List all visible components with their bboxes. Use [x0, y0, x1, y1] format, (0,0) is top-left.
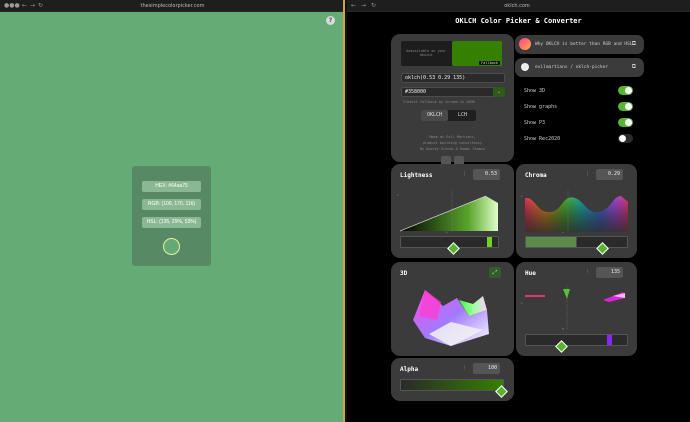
fallback-note: Closest fallback by chroma in sRGB [403, 100, 475, 104]
hue-slider[interactable] [525, 334, 628, 346]
drag-handle-icon[interactable]: ⋮ [585, 269, 590, 275]
external-link-icon: ⧉ [631, 40, 636, 47]
external-link-icon: ⧉ [631, 63, 636, 70]
left-address-bar[interactable]: thesimplecolorpicker.com [100, 2, 245, 10]
3d-title: 3D [400, 270, 408, 277]
reload-icon[interactable]: ↻ [371, 0, 376, 12]
hex-input[interactable]: #358000 [401, 87, 497, 97]
main-color-panel: Unavailable on your device Fallback oklc… [391, 34, 514, 166]
page-title: OKLCH Color Picker & Converter [455, 17, 582, 25]
link-label: Why OKLCH is better than RGB and HSL [535, 42, 633, 47]
left-browser-window: ●●● ← → ↻ thesimplecolorpicker.com ? HEX… [0, 0, 345, 422]
show-rec2020-toggle-row: Show Rec2020 [524, 134, 636, 144]
axis-label: C [521, 194, 523, 198]
reload-icon[interactable]: ↻ [38, 0, 43, 12]
hex-value-button[interactable]: HEX: #64aa75 [142, 181, 201, 192]
lightness-title: Lightness [400, 172, 433, 179]
rgb-value-button[interactable]: RGB: (100, 170, 116) [142, 199, 201, 210]
chroma-input[interactable]: 0.29 [596, 169, 623, 180]
hue-input[interactable]: 135 [596, 267, 623, 278]
fallback-badge: Fallback [479, 61, 500, 65]
color-info-card: HEX: #64aa75 RGB: (100, 170, 116) HSL: (… [132, 166, 211, 266]
why-oklch-link[interactable]: Why OKLCH is better than RGB and HSL ⧉ [515, 35, 644, 54]
show-rec2020-toggle[interactable] [618, 134, 633, 143]
axis-label: L [521, 301, 523, 305]
tab-lch[interactable]: LCH [449, 110, 476, 121]
expand-icon[interactable]: ⤢ [489, 267, 501, 278]
link-label: evilmartians / oklch-picker [535, 65, 609, 70]
forward-icon[interactable]: → [361, 0, 366, 12]
unavailable-text: Unavailable on your device [405, 49, 447, 57]
show-p3-toggle[interactable] [618, 118, 633, 127]
github-icon [521, 63, 529, 71]
right-browser-window: ← → ↻ oklch.com OKLCH Color Picker & Con… [347, 0, 690, 422]
3d-gamut-view[interactable] [411, 282, 501, 348]
alpha-slider[interactable] [400, 379, 504, 391]
drag-handle-icon[interactable]: ⋮ [462, 171, 467, 177]
left-browser-toolbar: ●●● ← → ↻ thesimplecolorpicker.com [0, 0, 343, 12]
3d-panel: 3D ⤢ [391, 262, 514, 356]
hue-panel: Hue ⋮ 135 L H [516, 262, 637, 356]
right-address-bar[interactable]: oklch.com [477, 2, 557, 10]
github-link[interactable]: evilmartians / oklch-picker ⧉ [515, 58, 644, 77]
toggle-label: Show Rec2020 [524, 136, 561, 142]
question-icon [519, 38, 531, 50]
tab-oklch[interactable]: OKLCH [421, 110, 448, 121]
p3-marker [607, 335, 612, 345]
alpha-panel: Alpha ⋮ 100 [391, 358, 514, 401]
toggle-label: Show 3D [524, 88, 546, 94]
show-3d-toggle-row: Show 3D [524, 86, 636, 96]
lightness-graph [400, 190, 498, 232]
color-swatch[interactable] [163, 238, 180, 255]
alpha-title: Alpha [400, 366, 419, 373]
oklch-input[interactable]: oklch(0.53 0.29 135) [401, 73, 505, 83]
alpha-input[interactable]: 100 [473, 363, 500, 374]
show-graphs-toggle-row: Show graphs [524, 102, 636, 112]
drag-handle-icon[interactable]: ⋮ [585, 171, 590, 177]
lightness-panel: Lightness ⋮ 0.53 C L [391, 164, 514, 258]
hsl-value-button[interactable]: HSL: (135, 29%, 53%) [142, 217, 201, 228]
chroma-title: Chroma [525, 172, 547, 179]
right-browser-toolbar: ← → ↻ oklch.com [347, 0, 690, 12]
toggle-label: Show P3 [524, 120, 546, 126]
toggle-label: Show graphs [524, 104, 558, 110]
axis-label: C [397, 193, 399, 197]
show-3d-toggle[interactable] [618, 86, 633, 95]
hue-title: Hue [525, 270, 536, 277]
forward-icon[interactable]: → [30, 0, 35, 12]
window-controls-icon[interactable]: ●●● [4, 0, 20, 12]
chroma-panel: Chroma ⋮ 0.29 C H [516, 164, 637, 258]
credits: Made at Evil Martians, product building … [391, 134, 514, 152]
credits-line: By Andrey Sitnik & Roman Shamin [419, 147, 486, 151]
chroma-slider[interactable] [525, 236, 628, 248]
hue-graph [525, 286, 625, 330]
show-graphs-toggle[interactable] [618, 102, 633, 111]
chroma-graph [525, 190, 628, 232]
back-icon[interactable]: ← [22, 0, 27, 12]
drag-handle-icon[interactable]: ⋮ [462, 365, 467, 371]
p3-marker [487, 237, 492, 247]
help-button[interactable]: ? [326, 16, 335, 25]
lightness-input[interactable]: 0.53 [473, 169, 500, 180]
chevron-down-icon[interactable]: ⌄ [493, 87, 505, 97]
color-preview: Fallback [452, 41, 502, 66]
mode-tabs: OKLCH LCH [421, 110, 476, 121]
back-icon[interactable]: ← [351, 0, 356, 12]
show-p3-toggle-row: Show P3 [524, 118, 636, 128]
